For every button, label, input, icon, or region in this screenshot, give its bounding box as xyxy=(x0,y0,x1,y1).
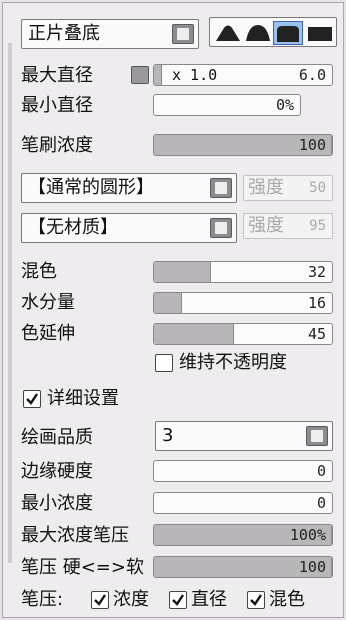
pressure-blend-checkbox[interactable] xyxy=(247,591,265,609)
pressure-hardness-label: 笔压 硬<=>软 xyxy=(21,557,144,578)
pressure-hardness-slider[interactable]: 100 xyxy=(153,556,333,578)
color-stretch-value: 45 xyxy=(307,325,326,343)
flat-shape-icon[interactable] xyxy=(305,21,335,45)
texture-select[interactable]: 【无材质】 xyxy=(21,213,237,243)
dropdown-arrow-icon[interactable] xyxy=(210,218,232,238)
mixing-label: 混色 xyxy=(21,261,57,282)
max-diameter-fill xyxy=(154,65,162,85)
tip-shape-value: 【通常的圆形】 xyxy=(28,177,154,198)
dropdown-arrow-icon[interactable] xyxy=(306,426,328,446)
texture-strength-value: 95 xyxy=(309,218,326,234)
checkmark-icon xyxy=(94,594,106,606)
max-diameter-slider[interactable]: x 1.0 6.0 xyxy=(153,64,333,86)
pressure-diameter-checkbox[interactable] xyxy=(169,591,187,609)
checkmark-icon xyxy=(26,393,38,405)
edge-hardness-label: 边缘硬度 xyxy=(21,461,93,482)
min-diameter-label: 最小直径 xyxy=(21,95,93,116)
hard-peak-shape-icon[interactable] xyxy=(213,21,243,45)
mixing-fill xyxy=(154,262,211,282)
dropdown-arrow-icon[interactable] xyxy=(172,24,194,44)
min-diameter-value: 0% xyxy=(275,96,294,114)
brush-density-slider[interactable]: 100 xyxy=(153,134,333,156)
color-stretch-label: 色延伸 xyxy=(21,323,75,344)
detail-settings-checkbox[interactable] xyxy=(23,390,41,408)
texture-value: 【无材质】 xyxy=(28,217,118,238)
brush-density-value: 100 xyxy=(298,136,326,154)
pressure-diameter-label: 直径 xyxy=(191,589,227,610)
max-density-pressure-value: 100% xyxy=(289,526,326,544)
render-quality-value: 3 xyxy=(162,425,174,446)
checkmark-icon xyxy=(250,594,262,606)
panel-scroll-strip[interactable] xyxy=(8,43,12,563)
min-density-slider[interactable]: 0 xyxy=(153,492,333,514)
dropdown-arrow-icon[interactable] xyxy=(210,178,232,198)
water-label: 水分量 xyxy=(21,292,75,313)
checkmark-icon xyxy=(172,594,184,606)
edge-hardness-value: 0 xyxy=(316,462,326,480)
max-diameter-value: 6.0 xyxy=(298,66,326,84)
keep-opacity-checkbox[interactable] xyxy=(155,354,173,372)
pressure-hardness-value: 100 xyxy=(298,558,326,576)
pressure-label: 笔压: xyxy=(21,589,64,610)
max-diameter-label: 最大直径 xyxy=(21,65,93,86)
mixing-value: 32 xyxy=(307,263,326,281)
pressure-density-checkbox[interactable] xyxy=(91,591,109,609)
brush-settings-panel: 正片叠底 最大直径 x 1.0 6.0 最小直径 0% 笔刷浓度 100 【通常… xyxy=(2,2,344,618)
edge-hardness-slider[interactable]: 0 xyxy=(153,460,333,482)
water-fill xyxy=(154,293,183,313)
pressure-blend-label: 混色 xyxy=(269,589,305,610)
texture-strength-label: 强度 xyxy=(248,215,284,236)
tip-strength-label: 强度 xyxy=(248,177,284,198)
water-slider[interactable]: 16 xyxy=(153,292,333,314)
detail-settings-label: 详细设置 xyxy=(47,388,119,409)
pressure-density-label: 浓度 xyxy=(113,589,149,610)
rounded-shape-icon[interactable] xyxy=(273,21,303,45)
blend-mode-value: 正片叠底 xyxy=(28,23,100,44)
render-quality-select[interactable]: 3 xyxy=(155,421,333,451)
max-density-pressure-slider[interactable]: 100% xyxy=(153,524,333,546)
water-value: 16 xyxy=(307,294,326,312)
texture-strength-field: 强度 95 xyxy=(243,213,333,239)
min-density-value: 0 xyxy=(316,494,326,512)
color-stretch-slider[interactable]: 45 xyxy=(153,323,333,345)
keep-opacity-label: 维持不透明度 xyxy=(179,352,287,373)
min-density-label: 最小浓度 xyxy=(21,493,93,514)
max-diameter-multiplier: x 1.0 xyxy=(172,66,218,84)
brush-density-label: 笔刷浓度 xyxy=(21,135,93,156)
blend-mode-select[interactable]: 正片叠底 xyxy=(21,19,199,49)
mixing-slider[interactable]: 32 xyxy=(153,261,333,283)
tip-shape-select[interactable]: 【通常的圆形】 xyxy=(21,173,237,203)
render-quality-label: 绘画品质 xyxy=(21,427,93,448)
soft-dome-shape-icon[interactable] xyxy=(243,21,273,45)
max-density-pressure-label: 最大浓度笔压 xyxy=(21,525,129,546)
tip-strength-value: 50 xyxy=(309,180,326,196)
min-diameter-slider[interactable]: 0% xyxy=(153,94,301,116)
tip-strength-field: 强度 50 xyxy=(243,175,333,201)
color-stretch-fill xyxy=(154,324,235,344)
diameter-preset-button[interactable] xyxy=(131,66,149,84)
